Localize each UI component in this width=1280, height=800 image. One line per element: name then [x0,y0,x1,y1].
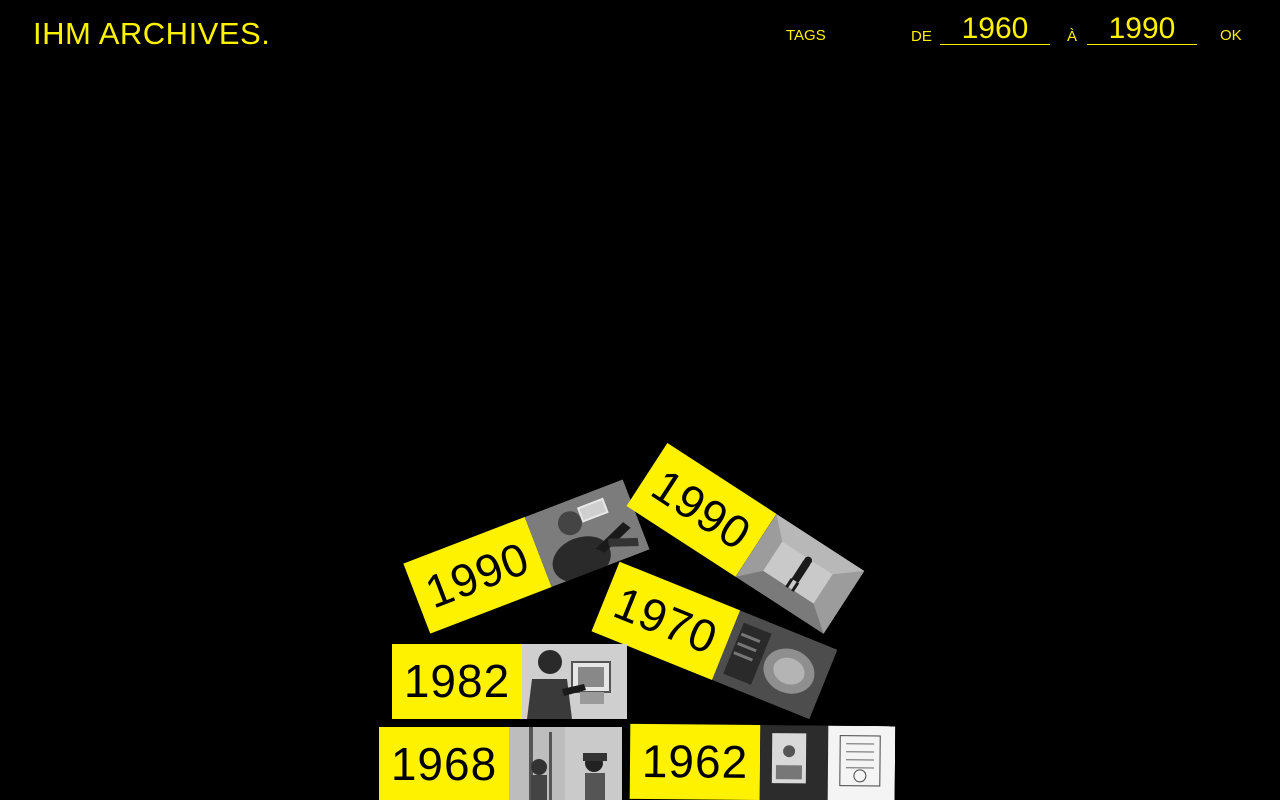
person-at-computer-photo [522,644,627,719]
page: IHM ARCHIVES. TAGS DE À OK 1990 1990 [0,0,1280,800]
from-year-input[interactable] [940,14,1050,45]
card-year: 1982 [392,644,522,719]
head-mounted-display-photo [509,727,622,800]
tags-link[interactable]: TAGS [786,26,826,46]
archive-card-1962[interactable]: 1962 [629,723,896,800]
card-year: 1962 [629,723,761,800]
to-year-input[interactable] [1087,14,1197,45]
to-label: À [1067,28,1078,45]
site-logo[interactable]: IHM ARCHIVES. [33,14,270,54]
archive-card-1968[interactable]: 1968 [379,727,622,800]
card-year: 1990 [403,517,552,634]
card-year: 1968 [379,727,509,800]
from-label: DE [911,28,932,45]
sensorama-machine-photo [759,724,896,800]
archive-card-1982[interactable]: 1982 [392,644,627,719]
ok-button[interactable]: OK [1220,26,1242,46]
